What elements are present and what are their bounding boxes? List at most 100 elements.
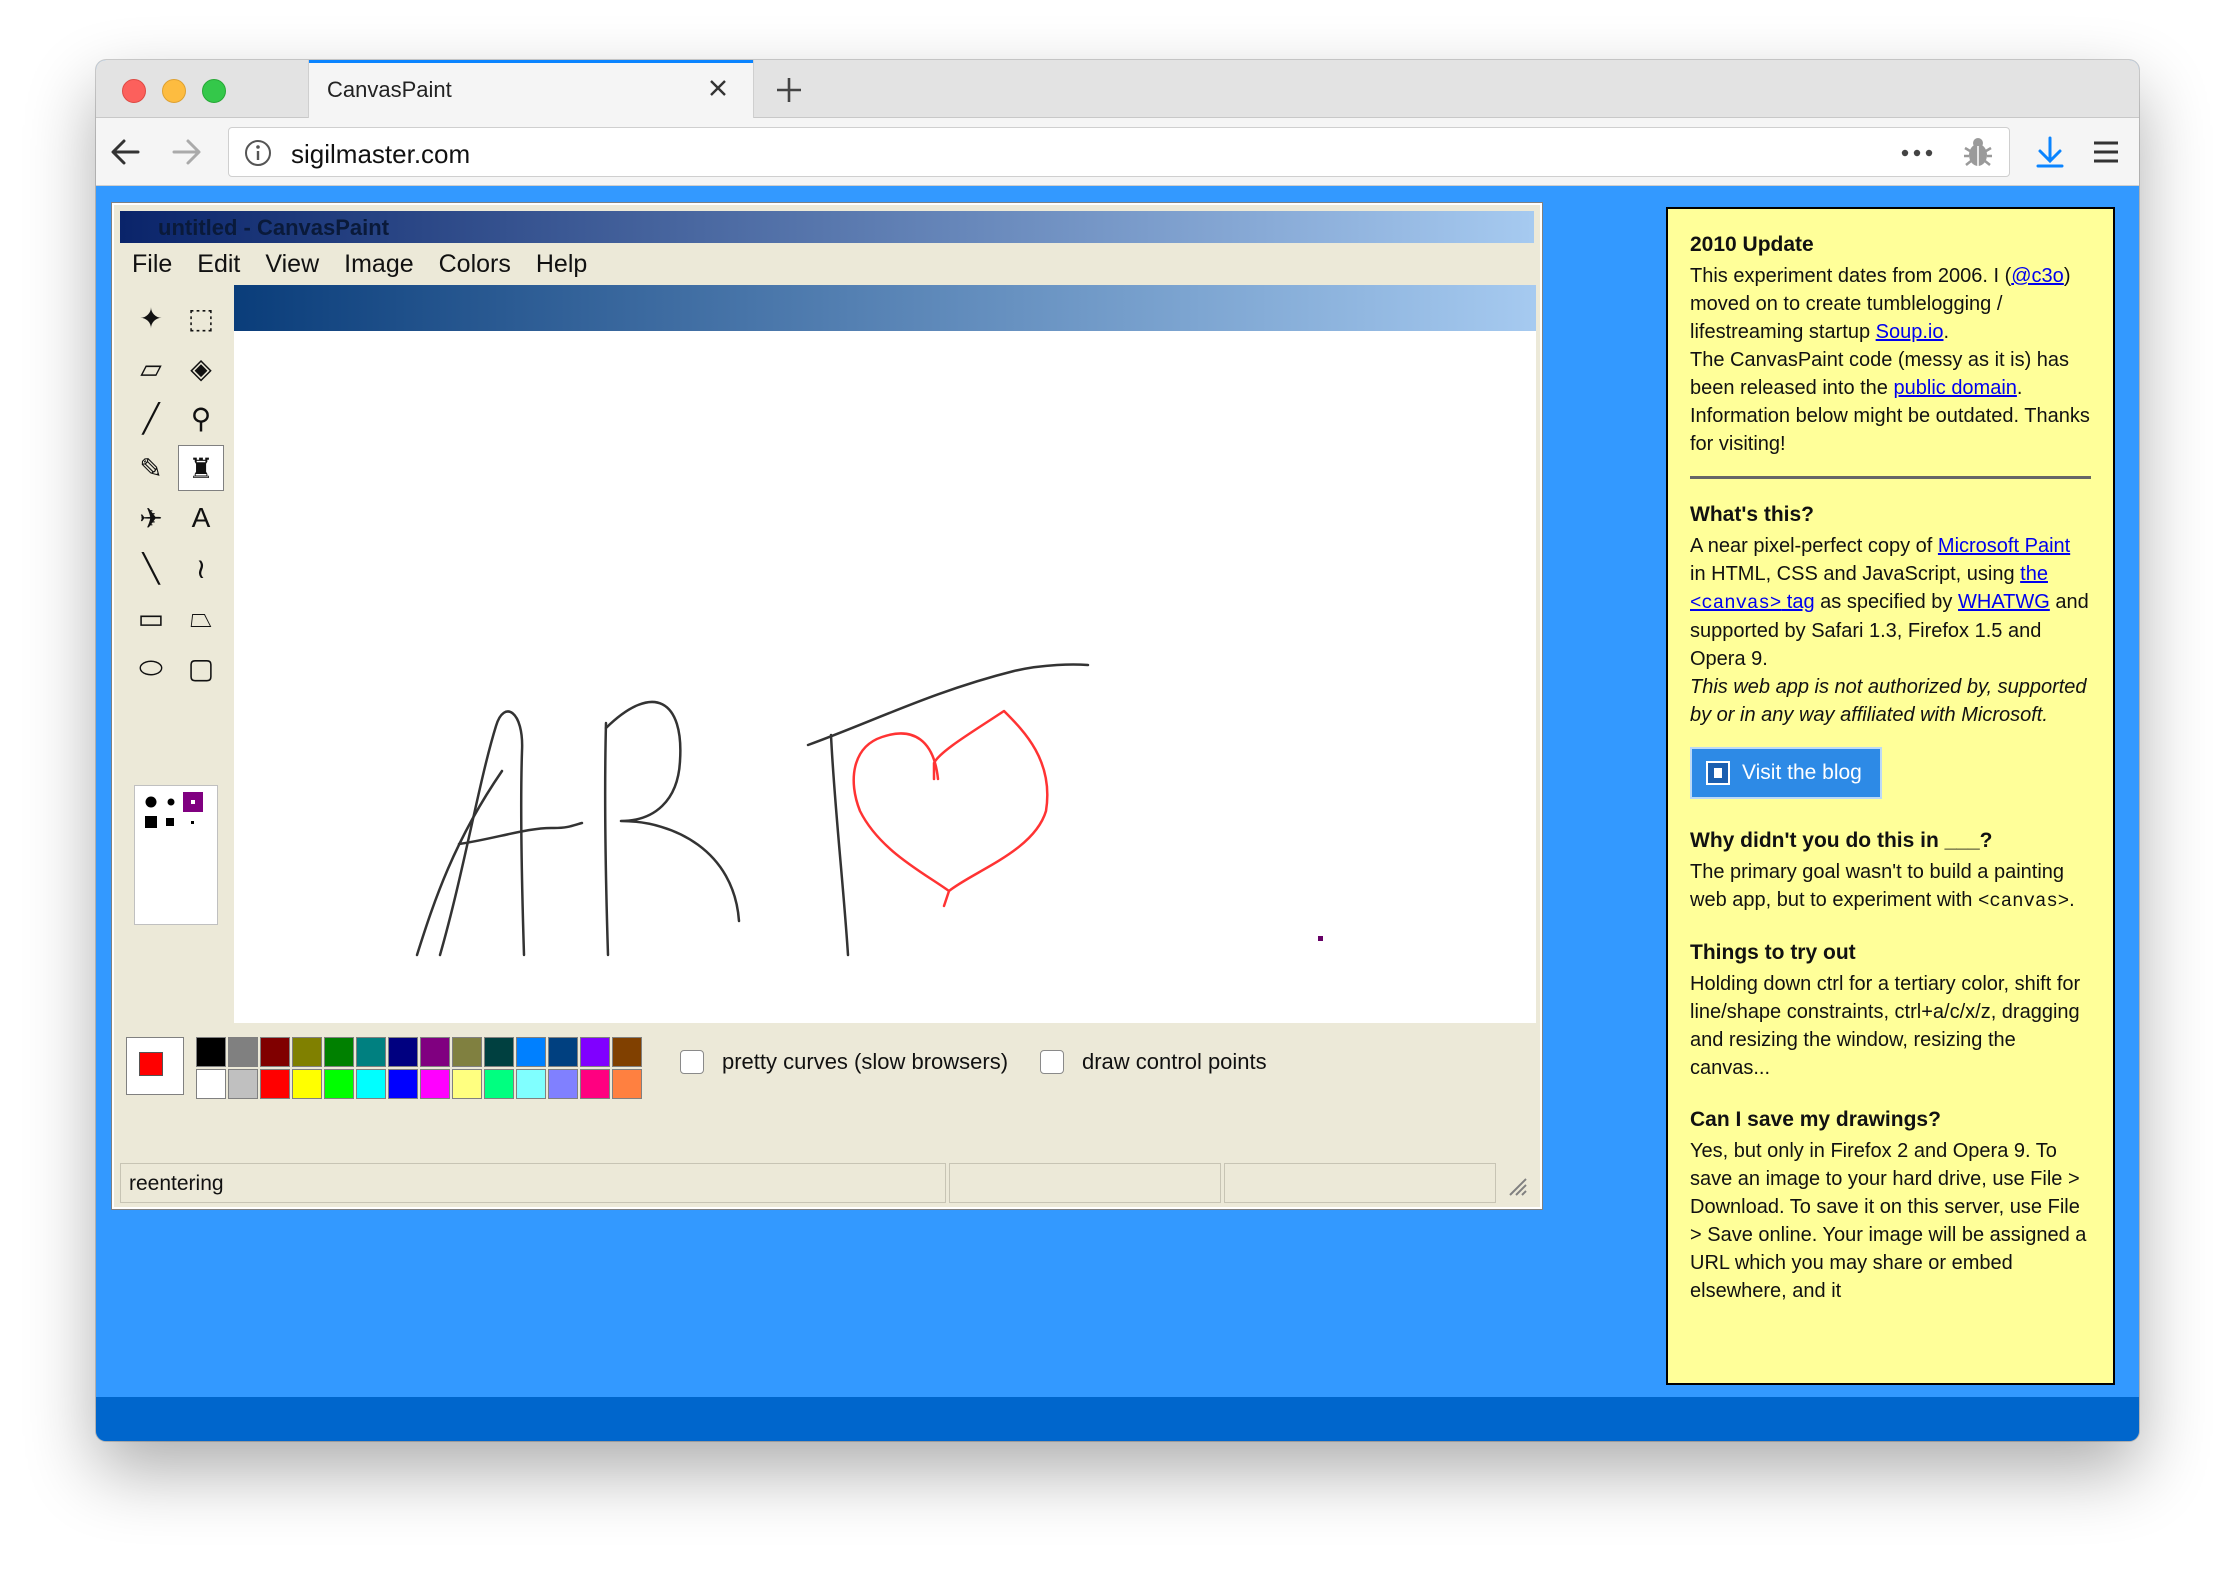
menu-help[interactable]: Help [524,247,599,283]
url-text[interactable]: sigilmaster.com [291,139,470,170]
paint-menu-bar: File Edit View Image Colors Help [120,247,600,283]
whats-disclaimer: This web app is not authorized by, suppo… [1690,676,2087,726]
palette-swatch[interactable] [612,1069,642,1099]
palette-swatch[interactable] [516,1069,546,1099]
pretty-curves-checkbox[interactable] [680,1050,704,1074]
palette-swatch[interactable] [324,1069,354,1099]
info-icon[interactable] [243,138,273,168]
canvas-area [234,285,1536,1023]
palette-swatch[interactable] [292,1069,322,1099]
stroke-t-stem [829,733,850,957]
palette-swatch[interactable] [292,1037,322,1067]
update-paragraph-1: This experiment dates from 2006. I (@c3o… [1690,265,2071,343]
polygon-icon[interactable]: ⏢ [178,595,224,641]
palette-swatch[interactable] [548,1069,578,1099]
palette-swatch[interactable] [388,1037,418,1067]
brush-square-small[interactable] [191,821,194,824]
palette-swatches [196,1037,642,1099]
menu-colors[interactable]: Colors [427,247,523,283]
more-actions-icon[interactable] [1897,138,1937,168]
palette-swatch[interactable] [484,1037,514,1067]
status-size [1224,1163,1496,1203]
pretty-curves-option[interactable]: pretty curves (slow browsers) [680,1049,1008,1075]
palette-swatch[interactable] [420,1069,450,1099]
public-domain-link[interactable]: public domain [1894,377,2017,399]
pencil-icon[interactable]: ✎ [128,445,174,491]
soup-link[interactable]: Soup.io [1876,321,1944,343]
palette-swatch[interactable] [260,1069,290,1099]
menu-view[interactable]: View [253,247,331,283]
visit-blog-button[interactable]: Visit the blog [1690,747,1882,799]
palette-swatch[interactable] [580,1037,610,1067]
back-arrow-icon[interactable] [106,132,146,172]
current-colors[interactable] [126,1037,184,1095]
try-paragraph: Holding down ctrl for a tertiary color, … [1690,973,2081,1079]
drawing-canvas[interactable] [234,331,1536,1023]
palette-swatch[interactable] [196,1069,226,1099]
palette-swatch[interactable] [356,1037,386,1067]
tab-canvaspaint[interactable]: CanvasPaint [308,60,754,119]
control-points-checkbox[interactable] [1040,1050,1064,1074]
update-heading: 2010 Update [1690,233,1814,256]
palette-swatch[interactable] [324,1037,354,1067]
palette-swatch[interactable] [612,1037,642,1067]
download-icon[interactable] [2030,132,2070,172]
status-coords [949,1163,1221,1203]
brush-square-large[interactable] [145,816,157,828]
address-bar[interactable]: sigilmaster.com [228,127,2010,177]
line-icon[interactable]: ╲ [128,545,174,591]
palette-swatch[interactable] [484,1069,514,1099]
pretty-curves-label: pretty curves (slow browsers) [722,1049,1009,1074]
close-window-button[interactable] [122,79,146,103]
palette-swatch[interactable] [228,1069,258,1099]
paint-title-bar[interactable]: untitled - CanvasPaint [120,211,1534,243]
palette-swatch[interactable] [260,1037,290,1067]
palette-swatch[interactable] [196,1037,226,1067]
hamburger-menu-icon[interactable] [2086,132,2126,172]
minimize-window-button[interactable] [162,79,186,103]
forward-arrow-icon[interactable] [166,132,206,172]
palette-swatch[interactable] [580,1069,610,1099]
palette-swatch[interactable] [452,1037,482,1067]
palette-swatch[interactable] [516,1037,546,1067]
palette-swatch[interactable] [388,1069,418,1099]
brush-size-large[interactable] [145,796,157,808]
brush-icon[interactable]: ♜ [178,445,224,491]
fill-bucket-icon[interactable]: ◈ [178,345,224,391]
palette-swatch[interactable] [356,1069,386,1099]
foreground-color-swatch[interactable] [139,1052,163,1076]
airbrush-icon[interactable]: ✈ [128,495,174,541]
maximize-window-button[interactable] [202,79,226,103]
control-points-option[interactable]: draw control points [1040,1049,1267,1075]
new-tab-icon[interactable] [772,73,806,107]
ellipse-icon[interactable]: ⬭ [128,645,174,691]
brush-size-medium[interactable] [167,798,175,806]
palette-swatch[interactable] [228,1037,258,1067]
menu-image[interactable]: Image [332,247,425,283]
brush-square-medium[interactable] [166,818,174,826]
free-select-icon[interactable]: ✦ [128,295,174,341]
blog-icon [1706,761,1730,785]
whatwg-link[interactable]: WHATWG [1958,591,2050,613]
magnifier-icon[interactable]: ⚲ [178,395,224,441]
resize-grip-icon[interactable] [1504,1173,1528,1197]
save-heading: Can I save my drawings? [1690,1108,1941,1131]
microsoft-paint-link[interactable]: Microsoft Paint [1938,535,2070,557]
rectangle-icon[interactable]: ▭ [128,595,174,641]
palette-swatch[interactable] [548,1037,578,1067]
rect-select-icon[interactable]: ⬚ [178,295,224,341]
why-paragraph: The primary goal wasn't to build a paint… [1690,861,2075,912]
rounded-rect-icon[interactable]: ▢ [178,645,224,691]
eraser-icon[interactable]: ▱ [128,345,174,391]
palette-swatch[interactable] [452,1069,482,1099]
curve-icon[interactable]: ≀ [178,545,224,591]
palette-swatch[interactable] [420,1037,450,1067]
menu-file[interactable]: File [120,247,184,283]
menu-edit[interactable]: Edit [185,247,252,283]
twitter-link[interactable]: @c3o [2011,265,2064,287]
extension-bug-icon[interactable] [1961,136,1995,170]
close-tab-icon[interactable] [703,73,733,103]
color-picker-icon[interactable]: ╱ [128,395,174,441]
text-icon[interactable]: A [178,495,224,541]
canvaspaint-window: untitled - CanvasPaint File Edit View Im… [111,202,1543,1210]
